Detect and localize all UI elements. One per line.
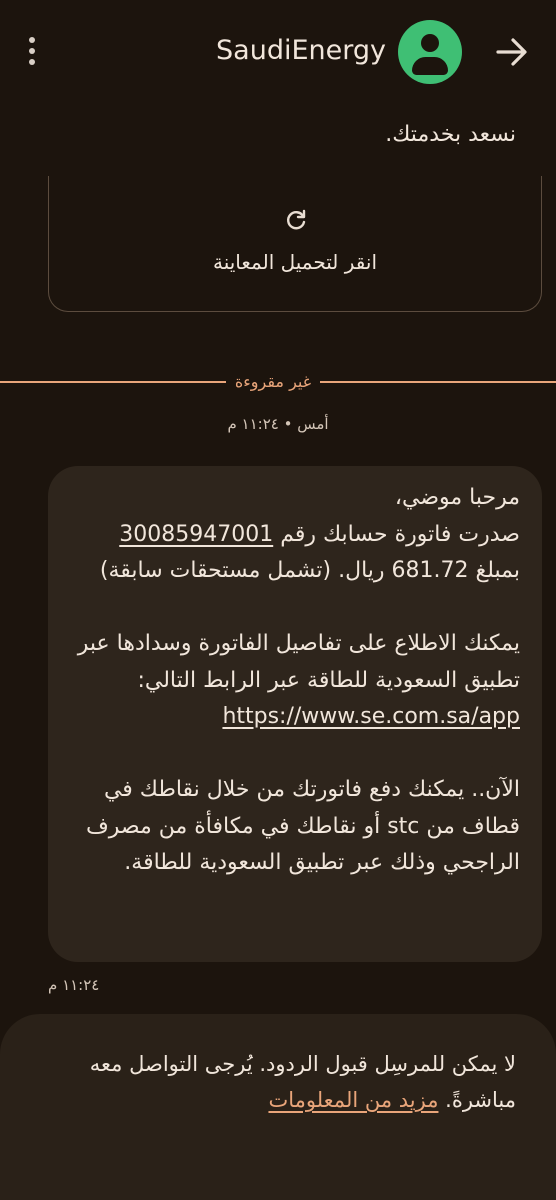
conversation-title[interactable]: SaudiEnergy xyxy=(196,30,386,72)
account-number[interactable]: 30085947001 xyxy=(119,522,273,547)
more-options-button[interactable] xyxy=(14,28,50,74)
app-bar: SaudiEnergy xyxy=(0,0,556,104)
unread-divider: غير مقروءة xyxy=(0,370,556,394)
divider-line xyxy=(320,381,556,383)
messages-screen: SaudiEnergy نسعد بخدمتك. انقر لتحميل الم… xyxy=(0,0,556,1200)
details-paragraph: يمكنك الاطلاع على تفاصيل الفاتورة وسداده… xyxy=(77,631,520,693)
reload-icon xyxy=(287,209,306,230)
points-paragraph: الآن.. يمكنك دفع فاتورتك من خلال نقاطك ف… xyxy=(85,777,520,875)
arrow-forward-icon[interactable] xyxy=(490,30,534,74)
amount-line: بمبلغ 681.72 ريال. (تشمل مستحقات سابقة) xyxy=(99,558,520,583)
more-vert-icon xyxy=(29,37,35,43)
message-body: مرحبا موضي، صدرت فاتورة حسابك رقم 300859… xyxy=(70,480,520,882)
link-preview-card[interactable] xyxy=(48,176,542,312)
previous-message-text: نسعد بخدمتك. xyxy=(385,122,516,147)
avatar[interactable] xyxy=(398,20,462,84)
person-icon xyxy=(421,34,439,52)
divider-line xyxy=(0,381,226,383)
greeting: مرحبا موضي، xyxy=(394,485,520,510)
date-header: أمس • ١١:٢٤ م xyxy=(227,415,329,433)
app-link[interactable]: https://www.se.com.sa/app xyxy=(222,704,520,729)
message-timestamp: ١١:٢٤ م xyxy=(48,976,100,994)
bill-line: صدرت فاتورة حسابك رقم 30085947001 xyxy=(119,521,520,547)
load-preview-label[interactable]: انقر لتحميل المعاينة xyxy=(48,250,542,274)
unread-label: غير مقروءة xyxy=(234,372,312,391)
learn-more-link[interactable]: مزيد من المعلومات xyxy=(268,1088,438,1112)
reply-disabled-notice: لا يمكن للمرسِل قبول الردود. يُرجى التوا… xyxy=(89,1052,516,1112)
